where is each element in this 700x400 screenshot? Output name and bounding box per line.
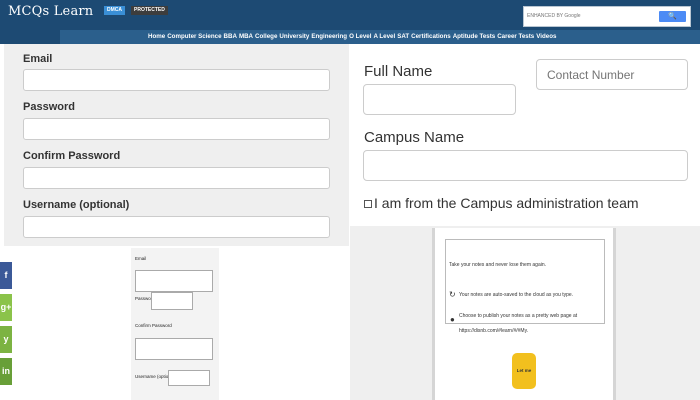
nav-item-engineering[interactable]: Engineering <box>311 33 347 40</box>
linkedin-icon: in <box>2 366 10 376</box>
username-label: Username (optional) <box>23 199 130 211</box>
promo-line-4: https://disnb.com/#learn/#/#My. <box>459 328 529 334</box>
password-label: Password <box>23 101 75 113</box>
dmca-badge[interactable]: DMCA <box>104 6 125 15</box>
nav-item-aptitude-tests[interactable]: Aptitude Tests <box>453 33 496 40</box>
notes-promo-box <box>445 239 605 324</box>
confirm-password-field[interactable] <box>23 167 330 189</box>
facebook-icon: f <box>4 270 8 280</box>
full-name-field[interactable] <box>363 84 516 115</box>
email-field[interactable] <box>23 69 330 91</box>
twitter-icon: y <box>3 334 9 344</box>
facebook-share-button[interactable]: f <box>0 262 12 289</box>
nav-item-o-level[interactable]: O Level <box>349 33 371 40</box>
campus-name-field[interactable] <box>363 150 688 181</box>
cloud-sync-icon: ↻ <box>449 290 456 299</box>
site-header: MCQs Learn DMCA PROTECTED 🔍 Home Compute… <box>0 0 700 44</box>
username-field[interactable] <box>23 216 330 238</box>
confirm-password-label: Confirm Password <box>23 150 121 162</box>
google-plus-share-button[interactable]: g+ <box>0 294 12 321</box>
linkedin-share-button[interactable]: in <box>0 358 12 385</box>
let-me-type-button[interactable]: Let me type! <box>512 353 536 389</box>
password-field[interactable] <box>23 118 330 140</box>
nav-item-university[interactable]: University <box>279 33 309 40</box>
search-icon: 🔍 <box>668 13 677 20</box>
site-logo[interactable]: MCQs Learn <box>8 4 93 19</box>
search-button[interactable]: 🔍 <box>659 11 686 22</box>
mini-email-field[interactable] <box>135 270 213 292</box>
mini-confirm-password-field[interactable] <box>135 338 213 360</box>
promo-line-1: Take your notes and never lose them agai… <box>449 262 547 268</box>
protected-badge[interactable]: PROTECTED <box>131 6 168 15</box>
search-input[interactable] <box>527 10 652 23</box>
nav-item-career-tests[interactable]: Career Tests <box>497 33 534 40</box>
campus-name-label: Campus Name <box>364 129 465 146</box>
mini-confirm-password-label: Confirm Password <box>135 323 172 328</box>
page: MCQs Learn DMCA PROTECTED 🔍 Home Compute… <box>0 0 700 400</box>
full-name-label: Full Name <box>364 63 433 80</box>
nav-item-videos[interactable]: Videos <box>536 33 556 40</box>
publish-icon: ● <box>450 315 455 324</box>
main-nav: Home Computer Science BBA MBA College Un… <box>148 33 556 40</box>
search-box: 🔍 <box>523 6 691 27</box>
nav-item-bba[interactable]: BBA <box>224 33 237 40</box>
admin-checkbox[interactable] <box>364 200 372 208</box>
nav-item-a-level[interactable]: A Level <box>373 33 395 40</box>
google-plus-icon: g+ <box>0 302 12 312</box>
promo-line-3: Choose to publish your notes as a pretty… <box>459 313 578 319</box>
contact-number-field[interactable] <box>536 59 688 90</box>
nav-item-college[interactable]: College <box>255 33 277 40</box>
nav-item-home[interactable]: Home <box>148 33 165 40</box>
mini-password-field[interactable] <box>151 292 193 310</box>
admin-checkbox-label: I am from the Campus administration team <box>374 195 639 211</box>
mini-username-field[interactable] <box>168 370 210 386</box>
nav-item-computer-science[interactable]: Computer Science <box>167 33 221 40</box>
nav-item-sat[interactable]: SAT <box>397 33 409 40</box>
promo-line-2: Your notes are auto-saved to the cloud a… <box>459 292 574 298</box>
email-label: Email <box>23 53 53 65</box>
nav-item-certifications[interactable]: Certifications <box>411 33 451 40</box>
twitter-share-button[interactable]: y <box>0 326 12 353</box>
nav-item-mba[interactable]: MBA <box>239 33 253 40</box>
mini-email-label: Email <box>135 256 147 261</box>
